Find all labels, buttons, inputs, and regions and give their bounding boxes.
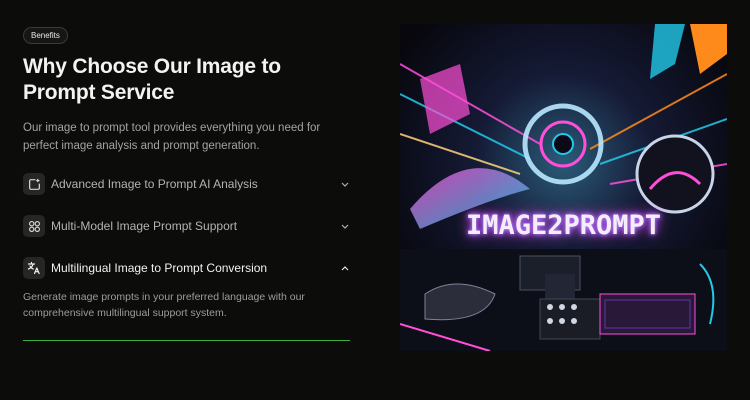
accordion-item-label: Multi-Model Image Prompt Support [51,219,238,233]
accordion-item-multilingual[interactable]: Multilingual Image to Prompt Conversion [23,256,350,280]
translate-icon [23,257,45,279]
accordion-item-label: Advanced Image to Prompt AI Analysis [51,177,258,191]
chevron-down-icon [340,179,350,189]
chevron-down-icon [340,221,350,231]
section-badge: Benefits [23,27,68,44]
artwork-title-text: IMAGE2PROMPT [465,210,662,241]
image-plus-icon [23,173,45,195]
accordion-item-description: Generate image prompts in your preferred… [23,291,305,319]
benefits-section: Benefits Why Choose Our Image to Prompt … [23,25,353,341]
chevron-up-icon [340,263,350,273]
grid-circles-icon [23,215,45,237]
accordion-item-multi-model[interactable]: Multi-Model Image Prompt Support [23,214,350,238]
hero-artwork-image: IMAGE2PROMPT [400,24,727,351]
section-subtitle: Our image to prompt tool provides everyt… [23,122,321,152]
benefits-accordion: Advanced Image to Prompt AI Analysis Mul… [23,172,350,341]
accordion-item-label: Multilingual Image to Prompt Conversion [51,261,268,275]
artwork-graphic [400,24,727,351]
accordion-active-divider [23,340,350,341]
section-title: Why Choose Our Image to Prompt Service [23,55,281,104]
accordion-item-advanced-analysis[interactable]: Advanced Image to Prompt AI Analysis [23,172,350,196]
